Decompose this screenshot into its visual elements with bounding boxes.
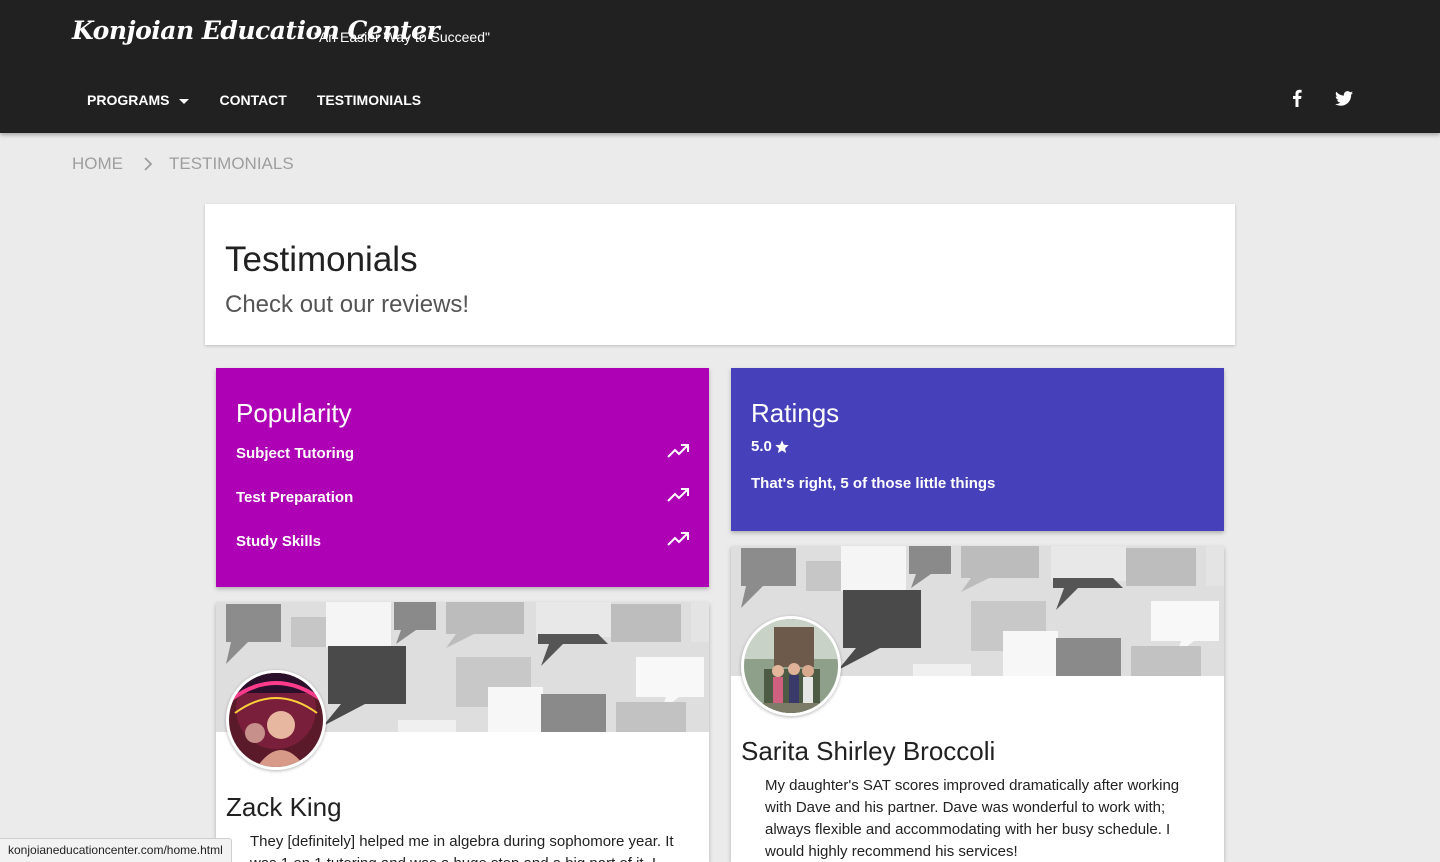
nav-programs-label: PROGRAMS	[87, 92, 170, 108]
avatar	[226, 670, 326, 770]
nav-contact[interactable]: CONTACT	[204, 84, 301, 117]
trending-up-icon	[667, 532, 689, 550]
breadcrumb: HOME TESTIMONIALS	[72, 154, 294, 174]
popularity-item-subject-tutoring[interactable]: Subject Tutoring	[236, 442, 689, 464]
main-nav: PROGRAMS CONTACT TESTIMONIALS	[72, 84, 436, 117]
testimonial-author: Zack King	[226, 792, 342, 822]
ratings-title: Ratings	[751, 398, 840, 428]
nav-programs[interactable]: PROGRAMS	[72, 84, 204, 117]
popularity-item-test-preparation[interactable]: Test Preparation	[236, 486, 689, 508]
rating-value: 5.0	[751, 438, 790, 455]
rating-caption: That's right, 5 of those little things	[751, 475, 996, 492]
testimonial-text: My daughter's SAT scores improved dramat…	[765, 777, 1180, 860]
twitter-icon[interactable]	[1332, 86, 1356, 110]
trending-up-icon	[667, 488, 689, 506]
nav-testimonials[interactable]: TESTIMONIALS	[302, 84, 436, 117]
popularity-item-study-skills[interactable]: Study Skills	[236, 530, 689, 552]
trending-up-icon	[667, 444, 689, 462]
popularity-card: Popularity Subject Tutoring Test Prepara…	[216, 368, 709, 587]
caret-down-icon	[179, 99, 190, 104]
testimonial-card: Sarita Shirley Broccoli My daughter's SA…	[731, 546, 1224, 862]
testimonial-author: Sarita Shirley Broccoli	[741, 736, 996, 766]
breadcrumb-current: TESTIMONIALS	[169, 154, 294, 173]
popularity-item-label: Subject Tutoring	[236, 444, 355, 462]
popularity-item-label: Study Skills	[236, 532, 322, 550]
chevron-right-icon	[143, 157, 153, 171]
page-subtitle: Check out our reviews!	[225, 291, 470, 318]
testimonial-card: Zack King They [definitely] helped me in…	[216, 602, 709, 862]
popularity-item-label: Test Preparation	[236, 488, 354, 506]
star-icon	[774, 439, 790, 455]
testimonial-text: They [definitely] helped me in algebra d…	[250, 833, 674, 862]
site-tagline: "An Easier Way to Succeed"	[314, 29, 490, 45]
popularity-title: Popularity	[236, 398, 352, 428]
facebook-icon[interactable]	[1285, 86, 1309, 110]
site-header: Konjoian Education Center "An Easier Way…	[0, 0, 1440, 133]
browser-status-url: konjoianeducationcenter.com/home.html	[0, 838, 232, 862]
page-title: Testimonials	[225, 240, 418, 279]
ratings-card: Ratings 5.0 That's right, 5 of those lit…	[731, 368, 1224, 531]
rating-number: 5.0	[751, 438, 772, 455]
avatar	[741, 616, 841, 716]
breadcrumb-home[interactable]: HOME	[72, 154, 123, 174]
page-header-card: Testimonials Check out our reviews!	[205, 204, 1235, 345]
